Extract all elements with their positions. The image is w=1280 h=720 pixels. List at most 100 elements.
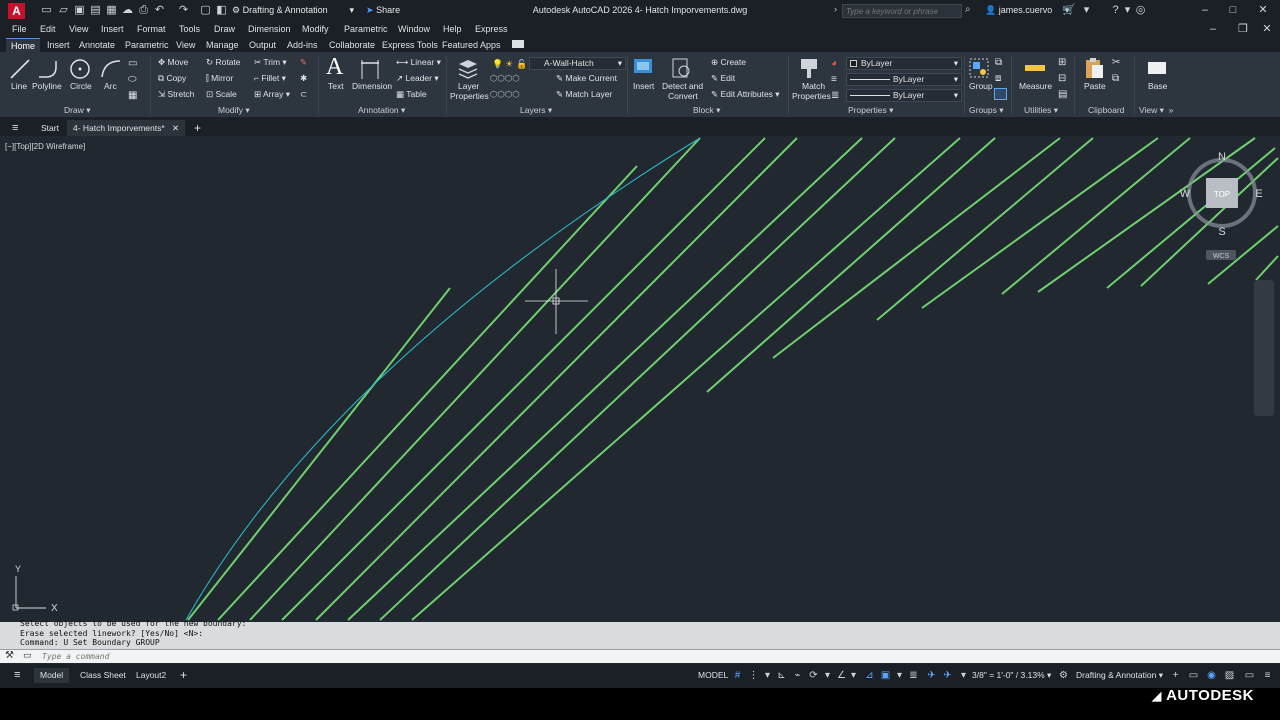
hatch-line[interactable]	[772, 137, 1061, 359]
base-view-icon[interactable]	[1145, 56, 1169, 80]
cart-icon[interactable]: 🛒	[1062, 4, 1076, 17]
insert-block-icon[interactable]	[631, 56, 655, 80]
groups-panel-title[interactable]: Groups ▾	[969, 105, 1004, 116]
cloud-icon[interactable]: ☁	[121, 4, 134, 17]
ribbon-toggle-icon[interactable]	[512, 40, 524, 48]
plot-icon[interactable]: ⎙	[137, 4, 150, 17]
fullscreen-icon[interactable]: ▭	[1244, 670, 1255, 681]
layouts-menu-icon[interactable]: ≡	[8, 668, 26, 683]
autocad-logo-button[interactable]: A	[8, 3, 25, 19]
chevron-down-icon[interactable]: ▾	[894, 670, 905, 681]
copy-button[interactable]: ⧉ Copy	[158, 73, 186, 84]
tab-output[interactable]: Output	[244, 38, 281, 52]
layer-dropdown[interactable]: A-Wall-Hatch ▾	[529, 57, 626, 70]
tab-annotate[interactable]: Annotate	[74, 38, 120, 52]
polar-icon[interactable]: ⌁	[792, 670, 803, 681]
polyline-button[interactable]: Polyline	[32, 81, 62, 92]
modify-panel-title[interactable]: Modify ▾	[218, 105, 250, 116]
hatch-line[interactable]	[315, 137, 798, 621]
match-properties-label-2[interactable]: Properties	[792, 91, 831, 102]
fillet-button[interactable]: ⌐ Fillet ▾	[254, 73, 286, 84]
view-panel-title[interactable]: View ▾ »	[1139, 105, 1173, 116]
chevron-down-icon[interactable]: ▾	[822, 670, 833, 681]
arc-button[interactable]: Arc	[104, 81, 117, 92]
menu-express[interactable]: Express	[475, 23, 508, 35]
block-panel-title[interactable]: Block ▾	[693, 105, 720, 116]
model-space-button[interactable]: MODEL	[692, 668, 734, 683]
tab-insert[interactable]: Insert	[42, 38, 75, 52]
grid-icon[interactable]: #	[732, 670, 743, 681]
menu-insert[interactable]: Insert	[101, 23, 124, 35]
save-as-icon[interactable]: ▤	[89, 4, 102, 17]
gear-icon[interactable]: ⚙	[1058, 670, 1069, 681]
close-icon[interactable]: ✕	[1256, 3, 1270, 17]
undo-icon[interactable]: ↶	[153, 4, 166, 17]
doc-restore-icon[interactable]: ❐	[1236, 22, 1250, 36]
draw-panel-title[interactable]: Draw ▾	[64, 105, 90, 116]
ortho-icon[interactable]: ⊾	[776, 670, 787, 681]
share-view-icon[interactable]: ▢	[199, 4, 212, 17]
hamburger-menu-icon[interactable]: ≡	[6, 120, 24, 136]
new-tab-icon[interactable]: +	[188, 120, 207, 136]
text-icon[interactable]: A	[326, 54, 343, 81]
hatch-pattern[interactable]	[187, 137, 1279, 621]
edit-block-button[interactable]: ✎ Edit	[711, 73, 735, 84]
group-icon[interactable]	[967, 56, 991, 80]
minimize-icon[interactable]: –	[1198, 3, 1212, 17]
lineweight-toggle-icon[interactable]: ≣	[908, 670, 919, 681]
group-edit-icon[interactable]: ⧈	[995, 73, 1001, 84]
dimension-icon[interactable]	[358, 57, 382, 81]
hatch-line[interactable]	[706, 137, 996, 393]
paste-icon[interactable]	[1082, 56, 1106, 80]
hatch-line[interactable]	[187, 287, 451, 621]
plus-icon[interactable]: +	[1170, 670, 1181, 681]
chevron-down-icon[interactable]: ▾	[1121, 4, 1134, 17]
tab-view[interactable]: View	[171, 38, 200, 52]
calculator-icon[interactable]: ▤	[1058, 89, 1067, 100]
command-search-icon[interactable]: ▭	[23, 650, 32, 661]
object-tracking-icon[interactable]: ∠	[836, 670, 847, 681]
user-account[interactable]: 👤 james.cuervo ▾	[985, 3, 1069, 18]
workspace-switch[interactable]: Drafting & Annotation ▾	[1070, 668, 1169, 683]
isodraft-icon[interactable]: ⟳	[808, 670, 819, 681]
lightbulb-icon[interactable]: 💡	[492, 59, 503, 70]
tab-model[interactable]: Model	[34, 668, 70, 683]
navigation-bar[interactable]	[1254, 280, 1274, 416]
tab-parametric[interactable]: Parametric	[120, 38, 174, 52]
trim-button[interactable]: ✂ Trim ▾	[254, 57, 287, 68]
table-draw-icon[interactable]: ▦	[128, 90, 137, 101]
menu-view[interactable]: View	[69, 23, 88, 35]
quick-select-icon[interactable]: ⊟	[1058, 73, 1066, 84]
make-current-button[interactable]: ✎ Make Current	[556, 73, 617, 84]
hatch-icon[interactable]: ⬭	[128, 74, 137, 85]
hatch-line[interactable]	[281, 137, 766, 621]
line-icon[interactable]	[8, 57, 32, 81]
annotation-visibility-icon[interactable]: ✈	[926, 670, 937, 681]
rectangle-icon[interactable]: ▭	[128, 58, 137, 69]
group-select-toggle-icon[interactable]	[994, 88, 1007, 100]
learn-icon[interactable]: ◎	[1134, 4, 1147, 17]
viewcube-south[interactable]: S	[1218, 226, 1225, 238]
menu-window[interactable]: Window	[398, 23, 430, 35]
menu-tools[interactable]: Tools	[179, 23, 200, 35]
tab-class-sheet[interactable]: Class Sheet	[74, 668, 132, 683]
ungroup-icon[interactable]: ⧉	[995, 57, 1002, 68]
text-button[interactable]: Text	[328, 81, 344, 92]
redo-icon[interactable]: ↷	[177, 4, 190, 17]
open-file-icon[interactable]: ▱	[57, 4, 70, 17]
annotation-panel-title[interactable]: Annotation ▾	[358, 105, 405, 116]
circle-button[interactable]: Circle	[70, 81, 92, 92]
save-icon[interactable]: ▣	[73, 4, 86, 17]
menu-file[interactable]: File	[12, 23, 27, 35]
layers-panel-title[interactable]: Layers ▾	[520, 105, 552, 116]
stretch-button[interactable]: ⇲ Stretch	[158, 89, 194, 100]
share-button[interactable]: ➤ Share	[366, 3, 400, 18]
menu-draw[interactable]: Draw	[214, 23, 235, 35]
hatch-line[interactable]	[876, 137, 1094, 321]
edit-attributes-button[interactable]: ✎ Edit Attributes ▾	[711, 89, 780, 100]
customization-icon[interactable]: ≡	[1262, 670, 1273, 681]
search-icon[interactable]: ⌕	[965, 4, 971, 15]
chevron-right-icon[interactable]: ›	[834, 4, 837, 14]
circle-icon[interactable]	[68, 57, 92, 81]
menu-dimension[interactable]: Dimension	[248, 23, 291, 35]
